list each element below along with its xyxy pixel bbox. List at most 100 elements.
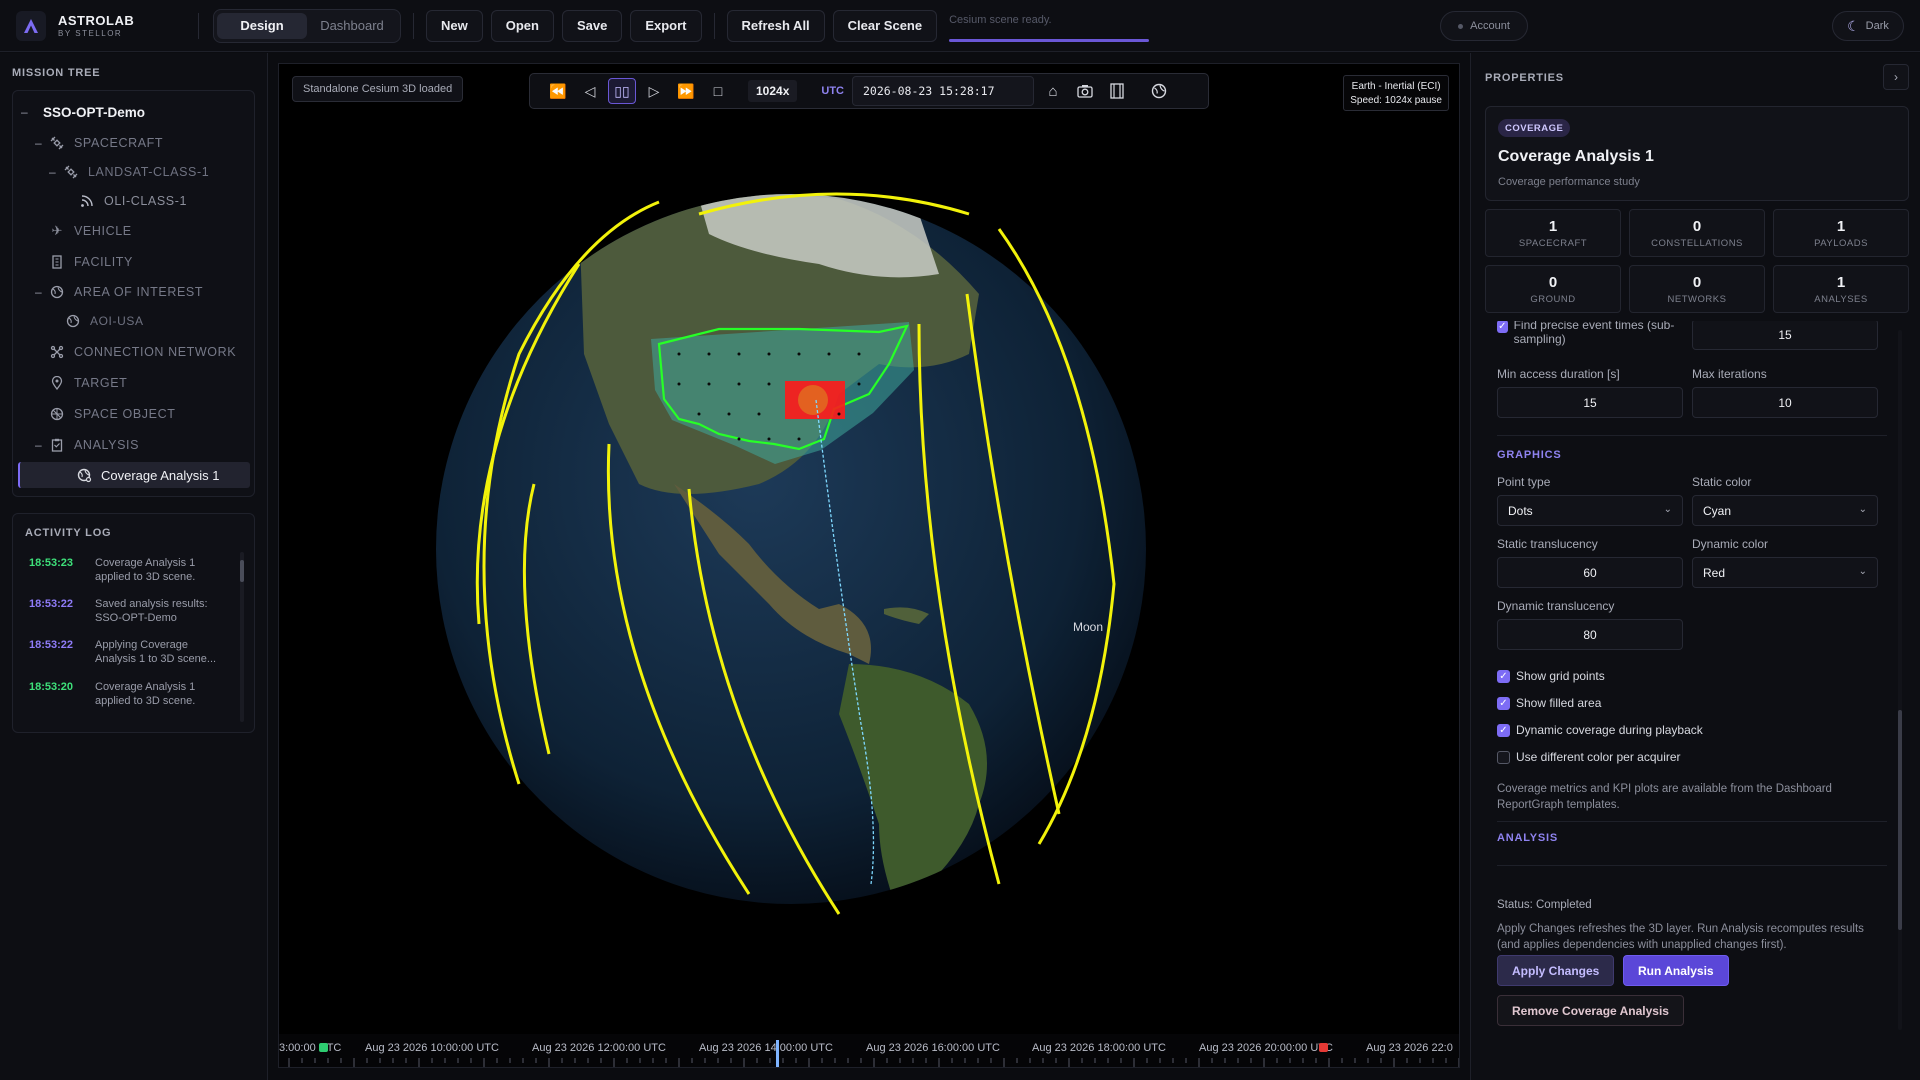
collapse-panel-button[interactable]: › <box>1883 64 1909 90</box>
tree-item-facility[interactable]: FACILITY <box>49 251 133 273</box>
option-checkbox[interactable]: ✓ Show grid points <box>1497 669 1605 683</box>
tree-item-label: ANALYSIS <box>74 438 140 452</box>
tree-item-analysis[interactable]: – ANALYSIS <box>35 434 139 456</box>
collapse-icon[interactable]: – <box>35 438 49 452</box>
min-access-field[interactable]: 15 <box>1497 387 1683 418</box>
tree-item-target[interactable]: TARGET <box>49 372 127 394</box>
camera-icon[interactable] <box>1072 78 1098 104</box>
checkbox-checked-icon: ✓ <box>1497 321 1508 333</box>
collapse-icon[interactable]: – <box>49 165 63 179</box>
app-root: ASTROLAB BY STELLOR Design Dashboard New… <box>0 0 1920 1080</box>
object-type-badge: COVERAGE <box>1498 119 1571 137</box>
collapse-icon[interactable]: – <box>35 285 49 299</box>
tab-dashboard[interactable]: Dashboard <box>307 13 397 39</box>
timeline-current-time-marker[interactable] <box>776 1040 779 1067</box>
play-icon[interactable]: ▷ <box>640 78 668 104</box>
tree-root[interactable]: – SSO-OPT-Demo <box>21 101 145 123</box>
checkbox-label: Use different color per acquirer <box>1516 750 1681 764</box>
tree-item-landsat[interactable]: – LANDSAT-CLASS-1 <box>49 161 209 183</box>
stat-label: PAYLOADS <box>1814 238 1868 249</box>
properties-scroll-area[interactable]: ✓ Find precise event times (sub-sampling… <box>1471 321 1920 1080</box>
log-entry: 18:53:20 Coverage Analysis 1 applied to 3… <box>29 680 249 708</box>
refresh-all-button[interactable]: Refresh All <box>726 9 825 42</box>
timeline[interactable]: 3:00:00 UTC Aug 23 2026 10:00:00 UTC Aug… <box>279 1034 1459 1067</box>
scene-loaded-chip: Standalone Cesium 3D loaded <box>292 76 464 102</box>
option-checkbox[interactable]: Use different color per acquirer <box>1497 750 1681 764</box>
step-back-icon[interactable]: ◁ <box>576 78 604 104</box>
status-indicator: Cesium scene ready. <box>949 10 1150 42</box>
cesium-viewport[interactable]: Standalone Cesium 3D loaded ⏪ ◁ ▯▯ ▷ ⏩ □… <box>278 63 1460 1068</box>
timeline-label: Aug 23 2026 14:00:00 UTC <box>699 1042 833 1054</box>
open-button[interactable]: Open <box>490 9 554 42</box>
divider <box>1497 865 1887 866</box>
timeline-start-marker[interactable] <box>319 1043 328 1052</box>
tree-item-vehicle[interactable]: ✈ VEHICLE <box>49 220 132 242</box>
tree-item-space-object[interactable]: SPACE OBJECT <box>49 403 175 425</box>
analysis-section-title: ANALYSIS <box>1497 832 1559 844</box>
dynamic-translucency-field[interactable]: 80 <box>1497 619 1683 650</box>
checkbox-checked-icon: ✓ <box>1497 669 1510 683</box>
fast-forward-icon[interactable]: ⏩ <box>672 78 700 104</box>
timeline-label: Aug 23 2026 12:00:00 UTC <box>532 1042 666 1054</box>
clipboard-icon <box>49 437 65 453</box>
rewind-icon[interactable]: ⏪ <box>544 78 572 104</box>
chevron-down-icon: ⌄ <box>1858 566 1867 577</box>
clear-scene-button[interactable]: Clear Scene <box>832 9 938 42</box>
run-analysis-button[interactable]: Run Analysis <box>1623 955 1729 986</box>
moon-label: Moon <box>1073 620 1104 634</box>
tree-item-coverage-analysis[interactable]: Coverage Analysis 1 <box>18 462 250 488</box>
subsampling-field[interactable]: 15 <box>1692 321 1878 350</box>
collapse-icon[interactable]: – <box>35 136 49 150</box>
log-entry: 18:53:23 Coverage Analysis 1 applied to 3… <box>29 556 249 584</box>
save-button[interactable]: Save <box>561 9 623 42</box>
static-translucency-field[interactable]: 60 <box>1497 557 1683 588</box>
stat-analyses: 1 ANALYSES <box>1773 265 1909 313</box>
precise-events-checkbox[interactable]: ✓ Find precise event times (sub-sampling… <box>1497 321 1687 346</box>
properties-scrollbar[interactable] <box>1898 330 1902 1030</box>
tree-item-area-of-interest[interactable]: – AREA OF INTEREST <box>35 281 203 303</box>
dynamic-color-select[interactable]: Red ⌄ <box>1692 557 1878 588</box>
log-entry: 18:53:22 Saved analysis results: SSO-OPT-… <box>29 597 249 625</box>
stat-networks: 0 NETWORKS <box>1629 265 1765 313</box>
film-icon[interactable] <box>1104 78 1130 104</box>
globe-scene[interactable] <box>279 64 1460 1068</box>
pause-icon[interactable]: ▯▯ <box>608 78 636 104</box>
activity-log-scrollbar[interactable] <box>240 552 244 722</box>
object-summary-card: COVERAGE Coverage Analysis 1 Coverage pe… <box>1485 106 1909 201</box>
properties-panel: PROPERTIES › COVERAGE Coverage Analysis … <box>1470 53 1920 1080</box>
stop-icon[interactable]: □ <box>704 78 732 104</box>
tree-item-label: TARGET <box>74 376 128 390</box>
point-type-select[interactable]: Dots ⌄ <box>1497 495 1683 526</box>
apply-changes-button[interactable]: Apply Changes <box>1497 955 1615 986</box>
theme-toggle[interactable]: ☾ Dark <box>1832 11 1904 41</box>
point-type-label: Point type <box>1497 475 1551 489</box>
timeline-end-marker[interactable] <box>1319 1043 1328 1052</box>
tab-design[interactable]: Design <box>217 12 307 39</box>
account-button[interactable]: Account <box>1440 11 1528 41</box>
collapse-icon[interactable]: – <box>21 105 35 119</box>
checkbox-checked-icon: ✓ <box>1497 723 1510 737</box>
time-input[interactable]: 2026-08-23 15:28:17 <box>851 76 1034 106</box>
checkbox-label: Find precise event times (sub-sampling) <box>1513 321 1675 346</box>
new-button[interactable]: New <box>426 9 483 42</box>
remove-coverage-analysis-button[interactable]: Remove Coverage Analysis <box>1497 995 1684 1026</box>
static-color-select[interactable]: Cyan ⌄ <box>1692 495 1878 526</box>
home-icon[interactable]: ⌂ <box>1040 78 1066 104</box>
option-checkbox[interactable]: ✓ Dynamic coverage during playback <box>1497 723 1703 737</box>
divider <box>713 12 715 39</box>
timeline-label: Aug 23 2026 16:00:00 UTC <box>866 1042 1000 1054</box>
stat-value: 1 <box>1836 274 1846 291</box>
speed-indicator[interactable]: 1024x <box>748 80 798 102</box>
globe-view-icon[interactable] <box>1146 78 1172 104</box>
tree-item-oli[interactable]: OLI-CLASS-1 <box>79 190 187 212</box>
tree-item-aoi-usa[interactable]: AOI-USA <box>65 310 144 332</box>
tree-item-spacecraft[interactable]: – SPACECRAFT <box>35 132 163 154</box>
static-translucency-label: Static translucency <box>1497 537 1598 551</box>
tree-item-label: SPACE OBJECT <box>74 407 176 421</box>
dynamic-color-label: Dynamic color <box>1692 537 1769 551</box>
export-button[interactable]: Export <box>630 9 702 42</box>
option-checkbox[interactable]: ✓ Show filled area <box>1497 696 1601 710</box>
tree-item-connection-network[interactable]: CONNECTION NETWORK <box>49 341 236 363</box>
max-iterations-field[interactable]: 10 <box>1692 387 1878 418</box>
timeline-label: Aug 23 2026 18:00:00 UTC <box>1032 1042 1166 1054</box>
